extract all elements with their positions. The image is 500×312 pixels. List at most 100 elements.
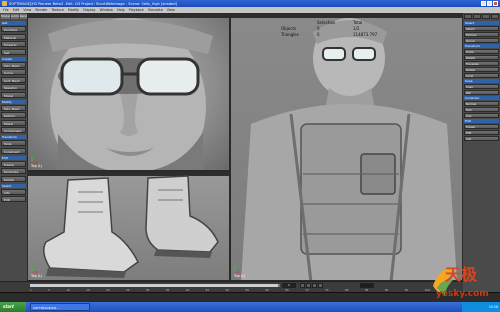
watermark-url: yesky.com [436, 289, 489, 299]
menu-item-render[interactable]: Render [35, 8, 47, 12]
boots-render [43, 175, 219, 278]
right-toolbar-icon-grid [464, 14, 499, 19]
viewport-right[interactable]: Selection Total Objects 0 1/2 Triangles … [230, 13, 463, 281]
viewport-label[interactable]: Top (L) [31, 164, 42, 168]
right-tool-button[interactable]: Snap [464, 84, 499, 89]
right-tool-button[interactable]: Info [464, 136, 499, 141]
left-tool-button[interactable]: Skeleton [1, 84, 26, 90]
taskbar-item[interactable]: SOFTIMAGE|XSI... [30, 303, 90, 311]
right-tool-button[interactable]: Sym [464, 107, 499, 112]
right-toolbar: Select Select Explore Group Transform Scale Ro… [463, 13, 500, 292]
left-tool-button[interactable]: Get [1, 48, 26, 55]
close-button[interactable] [493, 1, 498, 6]
left-tool-button[interactable]: Delete [1, 175, 26, 182]
left-tool-button[interactable]: Constraint [1, 147, 26, 154]
app-icon [2, 1, 7, 6]
tool-icon[interactable] [464, 14, 472, 19]
menu-item-view[interactable]: View [23, 8, 31, 12]
left-toolbar-tabs: Model Anim Render [1, 14, 31, 19]
menu-item-file[interactable]: File [3, 8, 9, 12]
left-section-header[interactable]: Select [1, 183, 26, 188]
watermark-cn: 天极 [445, 265, 478, 284]
left-tool-button[interactable]: Info [1, 188, 26, 195]
left-tool-button[interactable]: Curve [1, 69, 26, 75]
left-tab-anim[interactable]: Anim [11, 14, 19, 19]
menu-item-simulate[interactable]: Simulate [148, 8, 163, 12]
axis-gizmo-icon [234, 266, 241, 273]
left-tool-button[interactable]: Property [1, 41, 26, 47]
right-tool-button[interactable]: Global [464, 67, 499, 72]
right-tool-button[interactable]: Scale [464, 49, 499, 54]
timeline[interactable]: 1 1 5 10 15 20 25 30 35 40 45 50 55 60 65 70 75 80 85 90 95… [0, 281, 463, 292]
timeline-track[interactable] [30, 284, 280, 287]
left-section-header[interactable]: Edit [1, 155, 26, 160]
viewport-bottom-left[interactable]: Top (L) [27, 171, 230, 281]
face-closeup-render [48, 18, 213, 170]
left-section-header[interactable]: Get [1, 21, 26, 25]
left-tab-model[interactable]: Model [1, 14, 11, 19]
stats-row: Triangles 0 114873.797 [281, 32, 379, 38]
left-section-header[interactable]: Modify [1, 99, 26, 104]
right-tool-button[interactable]: Rotate [464, 55, 499, 60]
timeline-range-fill[interactable] [30, 284, 278, 287]
right-tool-button[interactable]: Freeze [464, 124, 499, 129]
left-toolbar: Model Anim Render Get Primitive Material Prop… [0, 13, 31, 292]
stats-cell: 0 [317, 32, 320, 37]
viewport-top-left[interactable]: Top (L) [27, 13, 230, 171]
right-tool-button[interactable]: Explore [464, 32, 499, 37]
right-tool-button[interactable]: Local [464, 73, 499, 78]
left-tool-button[interactable]: Poly. Mesh [1, 61, 26, 68]
menu-item-texture[interactable]: Texture [51, 8, 63, 12]
tool-icon[interactable] [482, 14, 490, 19]
left-section-header[interactable]: Transform [1, 135, 26, 139]
left-tool-button[interactable]: Poly. Mesh [1, 104, 26, 111]
right-tool-button[interactable]: Cog [464, 113, 499, 118]
soldier-render [241, 18, 457, 280]
tool-icon[interactable] [473, 14, 481, 19]
menu-item-modify[interactable]: Modify [68, 8, 79, 12]
menu-item-playback[interactable]: Playback [129, 8, 144, 12]
axis-gizmo-icon [31, 266, 38, 273]
menu-item-help[interactable]: Help [117, 8, 125, 12]
right-section-header[interactable]: Edit [464, 119, 499, 123]
menu-item-view[interactable]: View [167, 8, 175, 12]
right-section-header[interactable]: Snap [464, 79, 499, 83]
menu-item-window[interactable]: Window [100, 8, 113, 12]
scene-stats: Selection Total Objects 0 1/2 Triangles … [281, 20, 379, 38]
window-title: SOFTIMAGE|XSI Pioneer Beta3 -Edit- D3 Pr… [9, 1, 177, 6]
menu-item-display[interactable]: Display [83, 8, 96, 12]
start-button[interactable]: start [0, 302, 26, 312]
right-tool-button[interactable]: Ref [464, 90, 499, 95]
tool-icon[interactable] [491, 14, 499, 19]
right-section-header[interactable]: Constrain [464, 96, 499, 100]
right-section-header[interactable]: Select [464, 21, 499, 25]
viewport-label[interactable]: Top (L) [31, 274, 42, 278]
left-tool-button[interactable]: Model [1, 91, 26, 98]
left-tool-button[interactable]: Duplicate [1, 168, 26, 174]
left-tool-button[interactable]: Freeze [1, 160, 26, 167]
axis-gizmo-icon [31, 156, 38, 163]
left-tool-button[interactable]: Deform [1, 112, 26, 118]
right-section-header[interactable]: Transform [464, 44, 499, 48]
left-tool-button[interactable]: Edit [1, 196, 26, 202]
yesky-watermark-logo: 天极 yesky.com [423, 258, 493, 306]
left-tool-button[interactable]: Primitive [1, 26, 26, 32]
maximize-button[interactable] [487, 1, 492, 6]
left-tool-button[interactable]: Component [1, 127, 26, 133]
stats-cell: Triangles [281, 32, 299, 37]
right-tool-button[interactable]: Translate [464, 61, 499, 66]
right-tool-button[interactable]: Select [464, 26, 499, 31]
left-tool-button[interactable]: Surf. Mesh [1, 76, 26, 83]
left-tool-button[interactable]: Material [1, 33, 26, 40]
right-tool-button[interactable]: Edit [464, 130, 499, 135]
left-tool-button[interactable]: Tools [1, 140, 26, 146]
left-tool-button[interactable]: Model [1, 119, 26, 126]
right-tool-button[interactable]: Group [464, 38, 499, 43]
minimize-button[interactable] [481, 1, 486, 6]
left-section-header[interactable]: Create [1, 56, 26, 61]
window-titlebar: SOFTIMAGE|XSI Pioneer Beta3 -Edit- D3 Pr… [0, 0, 500, 7]
window-controls [481, 1, 498, 6]
viewport-label[interactable]: Top (L) [234, 274, 245, 278]
right-tool-button[interactable]: Normal [464, 101, 499, 106]
menu-item-edit[interactable]: Edit [13, 8, 20, 12]
